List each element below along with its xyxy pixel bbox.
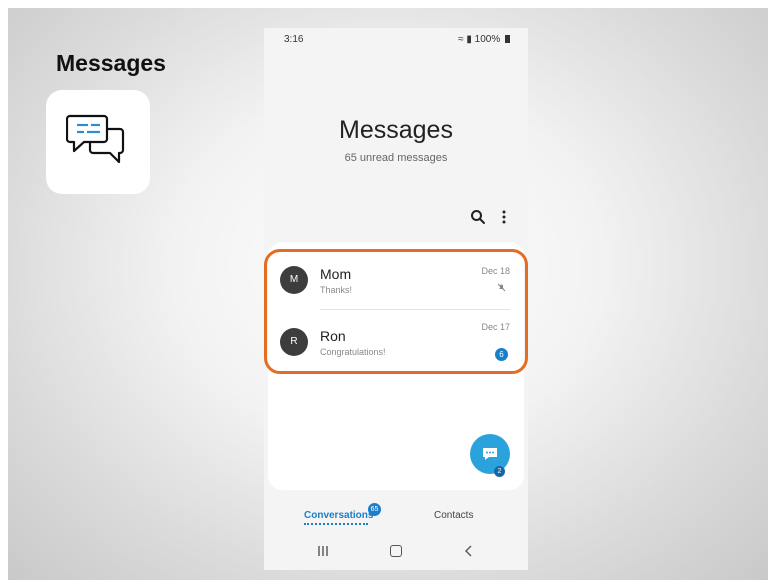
status-bar: 3:16 ≈ ▮ 100% — [264, 28, 528, 50]
wifi-icon: ≈ — [458, 34, 464, 45]
system-nav-bar — [264, 530, 528, 570]
slide-title: Messages — [56, 50, 166, 76]
page-title: Messages — [339, 116, 453, 144]
home-icon[interactable] — [390, 545, 402, 557]
status-time: 3:16 — [284, 34, 304, 45]
conversations-badge: 65 — [368, 503, 381, 516]
compose-message-icon — [483, 448, 497, 460]
tab-contacts[interactable]: Contacts — [434, 510, 473, 521]
battery-icon — [505, 35, 510, 43]
highlight-outline — [264, 249, 528, 374]
active-tab-indicator — [304, 523, 368, 525]
chat-bubbles-icon — [66, 114, 125, 164]
recents-icon[interactable] — [316, 545, 330, 557]
back-icon[interactable] — [464, 544, 474, 558]
more-vertical-icon[interactable] — [499, 209, 509, 225]
bottom-tab-bar: Conversations 65 Contacts — [264, 490, 528, 530]
status-indicators: ≈ ▮ 100% — [458, 34, 510, 45]
signal-icon: ▮ — [466, 34, 472, 45]
battery-percent: 100% — [474, 34, 501, 45]
tab-conversations[interactable]: Conversations — [304, 510, 373, 521]
messages-app-tile — [46, 90, 150, 194]
search-icon[interactable] — [470, 209, 486, 225]
fab-badge: 2 — [494, 466, 505, 477]
unread-summary: 65 unread messages — [344, 152, 448, 164]
